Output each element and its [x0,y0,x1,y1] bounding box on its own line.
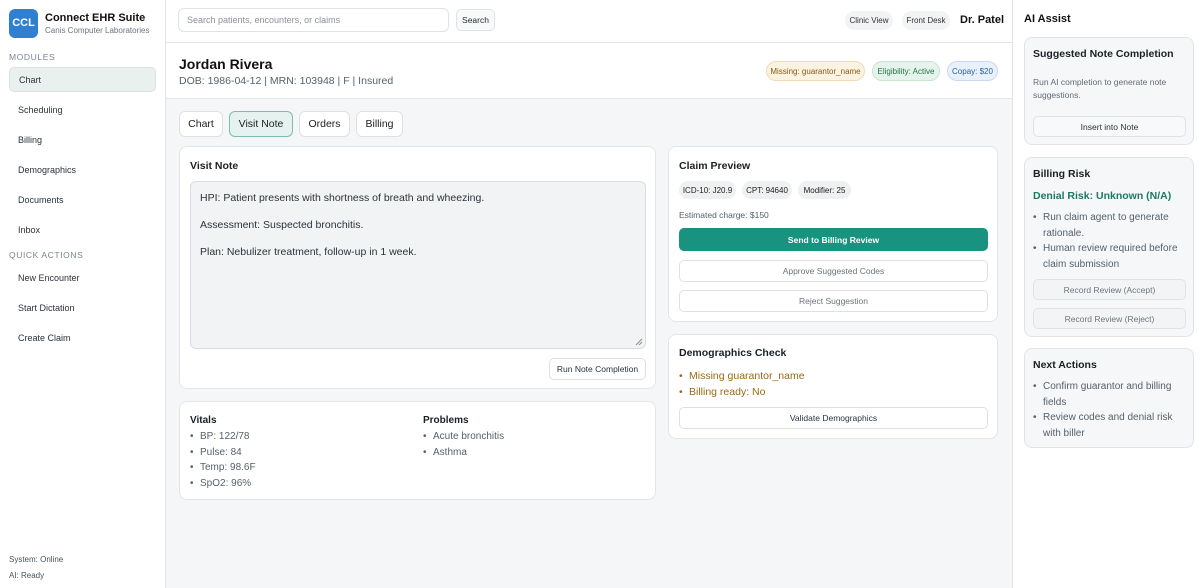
patient-info: DOB: 1986-04-12 | MRN: 103948 | F | Insu… [179,75,394,87]
user-name[interactable]: Dr. Patel [960,14,1004,26]
suggested-note-title: Suggested Note Completion [1033,48,1174,60]
reject-suggestion-button[interactable]: Reject Suggestion [679,290,988,312]
sidebar-item-chart[interactable]: Chart [9,67,156,92]
sidebar-item-scheduling[interactable]: Scheduling [9,97,156,122]
next-actions-list: Confirm guarantor and billing fields Rev… [1033,379,1189,441]
approve-suggested-codes-button[interactable]: Approve Suggested Codes [679,260,988,282]
icd-code-chip: ICD-10: J20.9 [679,181,736,199]
eligibility-badge: Eligibility: Active [872,61,940,81]
claim-preview-card: Claim Preview ICD-10: J20.9 CPT: 94640 M… [668,146,998,322]
tab-chart[interactable]: Chart [179,111,223,137]
front-desk-button[interactable]: Front Desk [902,11,950,30]
claim-preview-title: Claim Preview [679,160,751,172]
modifier-chip: Modifier: 25 [798,181,851,199]
insert-into-note-button[interactable]: Insert into Note [1033,116,1186,137]
vitals-title: Vitals [190,415,217,426]
demographics-check-card: Demographics Check Missing guarantor_nam… [668,334,998,439]
quick-action-start-dictation[interactable]: Start Dictation [9,295,156,320]
brand-logo: CCL [9,8,38,38]
clinic-view-button[interactable]: Clinic View [845,11,893,30]
visit-note-title: Visit Note [190,160,239,172]
billing-risk-title: Billing Risk [1033,168,1091,180]
vitals-list: BP: 122/78 Pulse: 84 Temp: 98.6F SpO2: 9… [190,429,256,491]
demographics-check-title: Demographics Check [679,347,787,359]
suggested-note-card: Suggested Note Completion Run AI complet… [1024,37,1194,145]
suggested-note-text: Run AI completion to generate note sugge… [1033,77,1167,100]
problems-title: Problems [423,415,469,426]
demographics-warning-item: Missing guarantor_name [679,368,805,384]
quick-action-new-encounter[interactable]: New Encounter [9,265,156,290]
send-to-billing-review-button[interactable]: Send to Billing Review [679,228,988,251]
quick-action-create-claim[interactable]: Create Claim [9,325,156,350]
sidebar-item-inbox[interactable]: Inbox [9,217,156,242]
estimated-charge: Estimated charge: $150 [679,210,769,220]
vital-pulse: Pulse: 84 [190,445,256,461]
vital-temp: Temp: 98.6F [190,460,256,476]
patient-header: Jordan Rivera DOB: 1986-04-12 | MRN: 103… [166,43,1012,99]
next-action-item: Confirm guarantor and billing fields [1033,379,1189,410]
topbar: Search patients, encounters, or claims S… [166,0,1012,43]
validate-demographics-button[interactable]: Validate Demographics [679,407,988,429]
denial-risk-value: Denial Risk: Unknown (N/A) [1033,190,1172,202]
problem-item: Acute bronchitis [423,429,504,445]
record-review-accept-button[interactable]: Record Review (Accept) [1033,279,1186,300]
ai-assist-title: AI Assist [1024,13,1071,25]
ai-status: AI: Ready [9,571,45,580]
resize-handle-icon[interactable] [635,338,643,346]
vital-spo2: SpO2: 96% [190,476,256,492]
demographics-warnings: Missing guarantor_name Billing ready: No [679,368,805,400]
sidebar: CCL Connect EHR Suite Canis Computer Lab… [0,0,166,588]
vital-bp: BP: 122/78 [190,429,256,445]
cpt-code-chip: CPT: 94640 [742,181,792,199]
missing-field-badge: Missing: guarantor_name [766,61,865,81]
brand-subtitle: Canis Computer Laboratories [45,25,150,35]
billing-risk-card: Billing Risk Denial Risk: Unknown (N/A) … [1024,157,1194,337]
record-review-reject-button[interactable]: Record Review (Reject) [1033,308,1186,329]
note-plan: Plan: Nebulizer treatment, follow-up in … [200,246,417,258]
copay-badge: Copay: $20 [947,61,998,81]
next-actions-title: Next Actions [1033,359,1097,371]
sidebar-item-billing[interactable]: Billing [9,127,156,152]
visit-note-card: Visit Note HPI: Patient presents with sh… [179,146,656,389]
problem-item: Asthma [423,445,504,461]
run-note-completion-button[interactable]: Run Note Completion [549,358,646,380]
ai-assist-panel: AI Assist Suggested Note Completion Run … [1012,0,1200,588]
tab-orders[interactable]: Orders [299,111,350,137]
quick-actions-label: QUICK ACTIONS [9,250,84,260]
system-status: System: Online [9,555,64,564]
note-assessment: Assessment: Suspected bronchitis. [200,219,364,231]
modules-label: MODULES [9,52,56,62]
next-actions-card: Next Actions Confirm guarantor and billi… [1024,348,1194,448]
billing-risk-list: Run claim agent to generate rationale. H… [1033,210,1189,272]
patient-name: Jordan Rivera [179,56,273,72]
billing-risk-item: Human review required before claim submi… [1033,241,1189,272]
sidebar-item-documents[interactable]: Documents [9,187,156,212]
demographics-warning-item: Billing ready: No [679,384,805,400]
note-hpi: HPI: Patient presents with shortness of … [200,192,485,204]
tab-billing[interactable]: Billing [356,111,403,137]
visit-note-textarea[interactable]: HPI: Patient presents with shortness of … [190,181,646,349]
sidebar-item-demographics[interactable]: Demographics [9,157,156,182]
next-action-item: Review codes and denial risk with biller [1033,410,1189,441]
tab-visit-note[interactable]: Visit Note [229,111,293,137]
billing-risk-item: Run claim agent to generate rationale. [1033,210,1189,241]
brand-title: Connect EHR Suite [45,11,146,24]
vitals-problems-card: Vitals BP: 122/78 Pulse: 84 Temp: 98.6F … [179,401,656,500]
search-input[interactable]: Search patients, encounters, or claims [178,8,449,32]
search-button[interactable]: Search [456,9,495,31]
problems-list: Acute bronchitis Asthma [423,429,504,460]
brand: CCL Connect EHR Suite Canis Computer Lab… [0,0,165,46]
